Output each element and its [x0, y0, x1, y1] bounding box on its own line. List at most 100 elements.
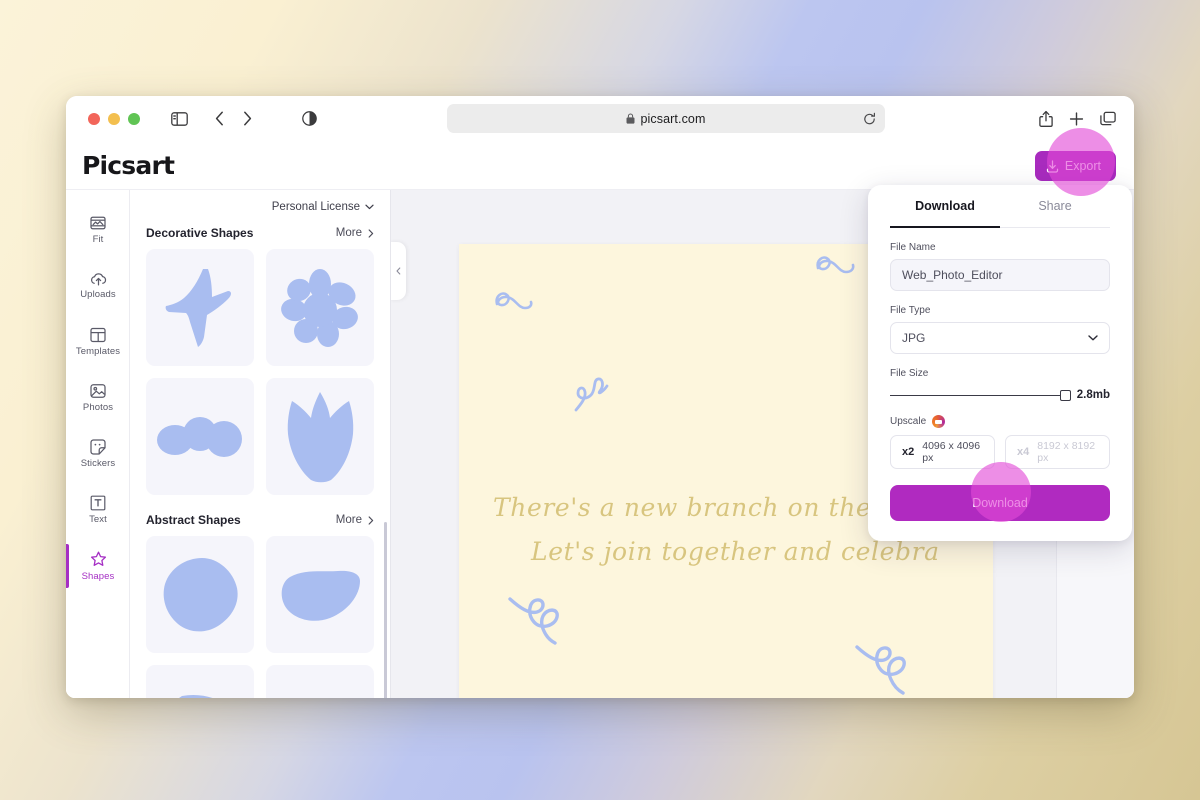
forward-button[interactable]	[234, 106, 260, 132]
section-title: Abstract Shapes	[146, 513, 241, 527]
tulip-shape	[287, 391, 354, 482]
shapes-panel: Personal License Decorative Shapes More	[130, 142, 391, 698]
panel-scrollbar[interactable]	[384, 522, 387, 698]
browser-titlebar: picsart.com	[66, 96, 1134, 142]
reload-icon[interactable]	[863, 112, 876, 125]
sidebar-item-shapes[interactable]: Shapes	[66, 538, 130, 594]
chevron-right-icon	[368, 515, 374, 525]
squiggle-decoration[interactable]	[813, 252, 857, 286]
download-icon	[1046, 159, 1059, 173]
upscale-option-x4[interactable]: x4 8192 x 8192 px	[1005, 435, 1110, 469]
templates-icon	[90, 327, 106, 343]
sidebar-item-stickers[interactable]: Stickers	[66, 426, 130, 482]
squiggle-decoration[interactable]	[854, 642, 924, 698]
sidebar-item-label: Stickers	[80, 458, 116, 469]
file-type-label: File Type	[890, 305, 931, 316]
upscale-option-x2[interactable]: x2 4096 x 4096 px	[890, 435, 995, 469]
download-button[interactable]: Download	[890, 485, 1110, 521]
sidebar-item-label: Templates	[75, 346, 121, 357]
file-name-label: File Name	[890, 242, 936, 253]
share-icon[interactable]	[1039, 110, 1053, 127]
chevron-down-icon	[365, 204, 374, 210]
shape-item-blob-round[interactable]	[146, 536, 254, 653]
upscale-label: Upscale	[890, 416, 927, 427]
chevron-right-icon	[368, 228, 374, 238]
sidebar-item-text[interactable]: Text	[66, 482, 130, 538]
sidebar-toggle-icon[interactable]	[166, 106, 192, 132]
shape-item-blob-trio[interactable]	[146, 378, 254, 495]
blob-round-shape	[163, 557, 238, 631]
shape-item-tulip[interactable]	[266, 378, 374, 495]
blob-trio-shape	[157, 416, 242, 457]
tool-rail: Fit Uploads Templates Photos Stickers Te…	[66, 190, 130, 698]
sidebar-item-uploads[interactable]: Uploads	[66, 258, 130, 314]
address-bar[interactable]: picsart.com	[447, 104, 885, 133]
decorative-shapes-grid	[146, 249, 374, 495]
file-size-slider-row: 2.8mb	[890, 389, 1110, 401]
tab-download[interactable]: Download	[890, 185, 1000, 228]
download-panel: Download Share File Name Web_Photo_Edito…	[868, 185, 1132, 541]
minimize-window-button[interactable]	[108, 112, 120, 125]
file-type-value: JPG	[902, 331, 926, 345]
upscale-dims: 4096 x 4096 px	[922, 440, 981, 464]
license-label: Personal License	[271, 201, 360, 213]
file-name-input[interactable]: Web_Photo_Editor	[890, 259, 1110, 291]
more-abstract-button[interactable]: More	[336, 514, 374, 526]
star-icon	[90, 551, 107, 568]
sidebar-item-label: Uploads	[80, 289, 116, 300]
window-controls[interactable]	[88, 112, 140, 125]
collapse-panel-handle[interactable]	[391, 242, 406, 300]
squiggle-decoration[interactable]	[493, 288, 535, 322]
reader-mode-icon[interactable]	[296, 106, 322, 132]
desktop-background: picsart.com Picsart Fit Uploads Template…	[0, 0, 1200, 800]
license-selector[interactable]: Personal License	[130, 190, 390, 224]
squiggle-decoration[interactable]	[507, 594, 575, 656]
picsart-logo[interactable]: Picsart	[82, 151, 175, 180]
file-type-select[interactable]: JPG	[890, 322, 1110, 354]
tab-share[interactable]: Share	[1000, 185, 1110, 227]
export-button[interactable]: Export	[1034, 151, 1116, 181]
file-size-value: 2.8mb	[1076, 389, 1110, 401]
more-label: More	[335, 514, 362, 526]
more-decorative-button[interactable]: More	[336, 227, 374, 239]
canvas-topbar: Export	[391, 142, 1134, 190]
blob-cut-a-shape	[178, 694, 214, 698]
lock-icon	[626, 113, 635, 124]
upscale-mult: x2	[902, 446, 915, 458]
browser-window: picsart.com Picsart Fit Uploads Template…	[66, 96, 1134, 698]
file-size-label: File Size	[890, 368, 929, 379]
upscale-options: x2 4096 x 4096 px x4 8192 x 8192 px	[890, 435, 1110, 469]
maximize-window-button[interactable]	[128, 112, 140, 125]
chevron-down-icon	[1088, 335, 1098, 341]
shapes-scroll-area[interactable]: Decorative Shapes More Abstract Shapes M…	[130, 224, 390, 698]
upscale-mult: x4	[1017, 446, 1030, 458]
back-button[interactable]	[206, 106, 232, 132]
shape-item-blob-wave[interactable]	[266, 536, 374, 653]
plus-icon[interactable]	[1069, 111, 1084, 126]
fit-icon	[90, 215, 106, 231]
shape-item-blob-cut-a[interactable]	[146, 665, 254, 698]
shape-item-flower[interactable]	[266, 249, 374, 366]
tab-overview-icon[interactable]	[1100, 111, 1116, 126]
more-label: More	[335, 227, 362, 239]
section-title: Decorative Shapes	[146, 226, 254, 240]
close-window-button[interactable]	[88, 112, 100, 125]
upload-cloud-icon	[90, 272, 107, 286]
file-name-value: Web_Photo_Editor	[902, 268, 1003, 282]
blob-cut-b-shape	[314, 697, 326, 698]
sidebar-item-label: Text	[89, 514, 107, 525]
squiggle-decoration[interactable]	[573, 374, 615, 414]
sidebar-item-photos[interactable]: Photos	[66, 370, 130, 426]
sidebar-item-label: Fit	[92, 234, 104, 245]
browser-toolbar-right	[1039, 110, 1116, 127]
shape-item-blob-cut-b[interactable]	[266, 665, 374, 698]
sidebar-item-label: Photos	[82, 402, 114, 413]
shape-item-bird[interactable]	[146, 249, 254, 366]
file-size-slider-handle[interactable]	[1059, 389, 1071, 401]
sidebar-item-fit[interactable]: Fit	[66, 202, 130, 258]
sidebar-item-templates[interactable]: Templates	[66, 314, 130, 370]
text-icon	[90, 495, 106, 511]
flower-shape	[281, 268, 358, 347]
file-size-slider[interactable]	[890, 389, 1071, 401]
download-panel-tabs: Download Share	[890, 185, 1110, 228]
